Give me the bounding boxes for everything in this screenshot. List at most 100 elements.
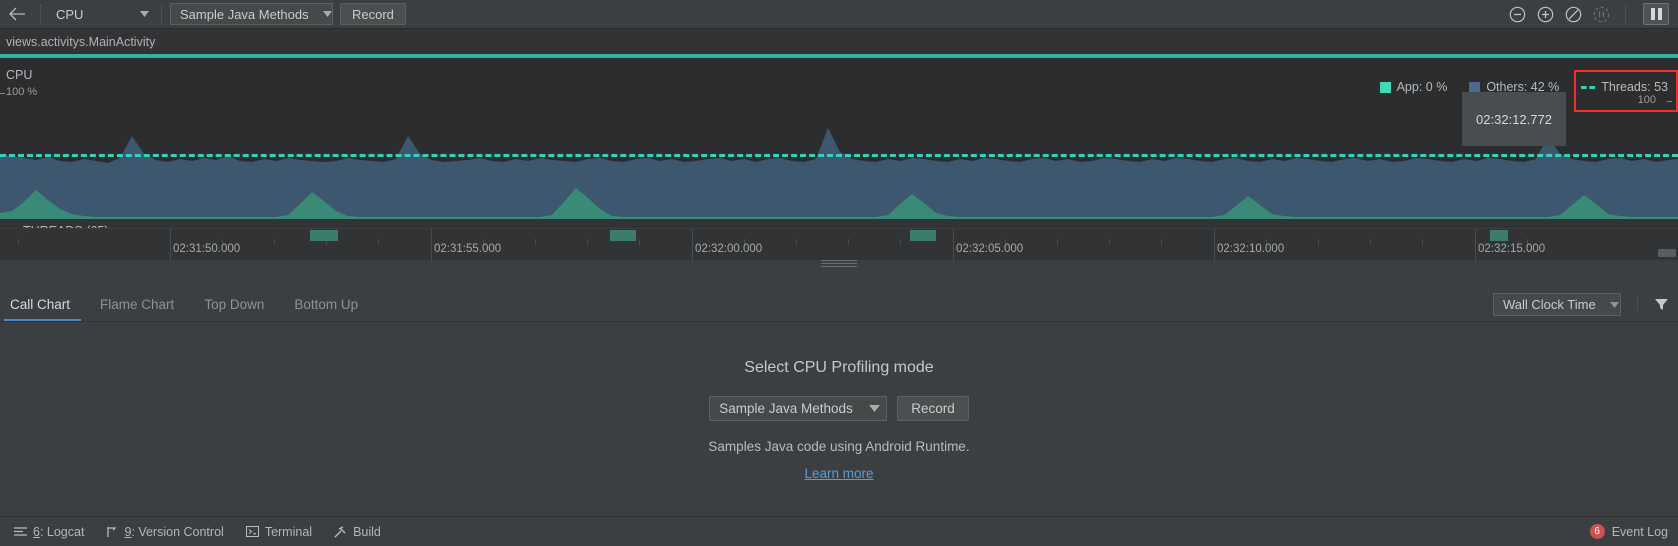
status-item-terminal[interactable]: Terminal	[245, 524, 326, 539]
process-row: views.activitys.MainActivity	[0, 29, 1678, 54]
axis-major-tick	[1475, 229, 1476, 261]
hammer-icon	[334, 525, 347, 538]
attach-to-live-icon[interactable]	[1591, 4, 1612, 25]
status-item-label: Build	[353, 524, 381, 539]
center-mode-select[interactable]: Sample Java Methods	[709, 396, 888, 421]
axis-minor-tick	[587, 239, 588, 245]
activity-event-block[interactable]	[910, 230, 936, 241]
shortcut-number: 6	[33, 524, 40, 539]
axis-time-label: 02:31:55.000	[434, 243, 502, 255]
tab-bar-tools: Wall Clock Time	[1493, 293, 1678, 321]
toolbar-separator-3	[1625, 5, 1626, 23]
axis-major-tick	[170, 229, 171, 261]
axis-minor-tick	[1057, 239, 1058, 245]
chevron-down-icon	[855, 405, 881, 412]
analysis-tab-bar: Call Chart Flame Chart Top Down Bottom U…	[0, 288, 1678, 322]
panel-title: Select CPU Profiling mode	[744, 359, 934, 376]
activity-event-block[interactable]	[310, 230, 338, 241]
axis-minor-tick	[1109, 239, 1110, 245]
terminal-icon	[245, 526, 259, 537]
chevron-down-icon	[1596, 301, 1619, 308]
recording-mode-value: Sample Java Methods	[180, 6, 309, 22]
toolbar-separator-1	[40, 5, 41, 23]
cpu-area-graph	[0, 114, 1678, 219]
reset-zoom-icon[interactable]	[1563, 4, 1584, 25]
status-bar-right: 6 Event Log	[1589, 524, 1678, 539]
pause-icon	[1650, 8, 1655, 20]
status-item-label: Terminal	[264, 524, 313, 539]
axis-minor-tick	[1370, 239, 1371, 245]
profiler-type-select[interactable]: CPU	[47, 1, 155, 27]
profiler-toolbar: CPU Sample Java Methods Record	[0, 0, 1678, 29]
event-log-label[interactable]: Event Log	[1612, 525, 1668, 539]
legend-item-app: App: 0 %	[1379, 80, 1447, 94]
recording-mode-select[interactable]: Sample Java Methods	[170, 3, 333, 25]
status-item-logcat[interactable]: 6: Logcat	[14, 525, 98, 539]
axis-time-label: 02:32:00.000	[695, 243, 763, 255]
tabbar-separator	[1637, 295, 1638, 314]
clock-type-value: Wall Clock Time	[1503, 297, 1596, 312]
tab-flame-chart[interactable]: Flame Chart	[85, 288, 189, 321]
axis-time-label: 02:31:50.000	[173, 243, 241, 255]
timeline-scrollbar[interactable]	[1658, 249, 1676, 257]
event-log-badge: 6	[1589, 524, 1605, 539]
chevron-down-icon	[309, 11, 332, 17]
axis-tick	[1667, 101, 1672, 102]
axis-minor-tick	[639, 239, 640, 245]
arrow-left-icon[interactable]	[0, 0, 34, 28]
tab-label: Call Chart	[10, 297, 71, 312]
toolbar-right-controls	[1507, 3, 1678, 25]
axis-minor-tick	[535, 239, 536, 245]
axis-major-tick	[953, 229, 954, 261]
chevron-down-icon	[126, 11, 149, 17]
profiling-mode-panel: Select CPU Profiling mode Sample Java Me…	[0, 322, 1678, 504]
status-item-version-control[interactable]: 9: Version Control	[106, 525, 237, 539]
center-mode-value: Sample Java Methods	[719, 401, 853, 416]
axis-time-label: 02:32:05.000	[956, 243, 1024, 255]
cpu-profiler-window: CPU Sample Java Methods Record views.act…	[0, 0, 1678, 546]
axis-minor-tick	[274, 239, 275, 245]
axis-minor-tick	[900, 239, 901, 245]
filter-funnel-icon[interactable]	[1654, 297, 1669, 312]
learn-more-link[interactable]: Learn more	[804, 466, 873, 481]
branch-icon	[106, 526, 118, 538]
status-item-label: 9: Version Control	[124, 524, 224, 539]
tab-call-chart[interactable]: Call Chart	[0, 288, 85, 321]
legend-dash-threads	[1581, 85, 1596, 89]
axis-major-tick	[431, 229, 432, 261]
tab-top-down[interactable]: Top Down	[189, 288, 279, 321]
axis-tick	[0, 93, 5, 94]
status-bar: 6: Logcat 9: Version Control Terminal Bu…	[0, 516, 1678, 546]
axis-minor-tick	[1318, 239, 1319, 245]
panel-resize-handle[interactable]	[821, 260, 857, 267]
status-item-label: 6: Logcat	[33, 524, 85, 539]
axis-time-label: 02:32:10.000	[1217, 243, 1285, 255]
pause-button[interactable]	[1643, 3, 1669, 25]
activity-event-block[interactable]	[1490, 230, 1508, 241]
tab-bottom-up[interactable]: Bottom Up	[279, 288, 373, 321]
legend-item-threads: Threads: 53	[1581, 80, 1668, 94]
threads-axis-max-label: 100	[1637, 94, 1656, 106]
logcat-icon	[14, 526, 27, 537]
zoom-out-icon[interactable]	[1507, 4, 1528, 25]
process-name: views.activitys.MainActivity	[6, 34, 156, 49]
tab-label: Top Down	[204, 297, 265, 312]
record-button[interactable]: Record	[340, 3, 406, 25]
axis-minor-tick	[1161, 239, 1162, 245]
status-item-build[interactable]: Build	[334, 525, 395, 539]
center-record-button[interactable]: Record	[897, 396, 969, 421]
zoom-in-icon[interactable]	[1535, 4, 1556, 25]
cpu-usage-chart[interactable]: CPU 100 % 50 50 100 App: 0 % Others: 42 …	[0, 58, 1678, 219]
activity-event-block[interactable]	[610, 230, 636, 241]
axis-minor-tick	[18, 239, 19, 245]
clock-type-select[interactable]: Wall Clock Time	[1493, 293, 1621, 316]
axis-major-tick	[1214, 229, 1215, 261]
timeline-axis[interactable]: 02:31:50.000 02:31:55.000 02:32:00.000 0…	[0, 228, 1678, 261]
axis-minor-tick	[1422, 239, 1423, 245]
cpu-axis-max-label: 100 %	[6, 86, 38, 98]
profiler-type-value: CPU	[56, 6, 84, 22]
axis-major-tick	[692, 229, 693, 261]
tab-label: Flame Chart	[100, 297, 175, 312]
mode-description: Samples Java code using Android Runtime.	[708, 439, 970, 454]
pause-icon-bar2	[1657, 8, 1662, 20]
